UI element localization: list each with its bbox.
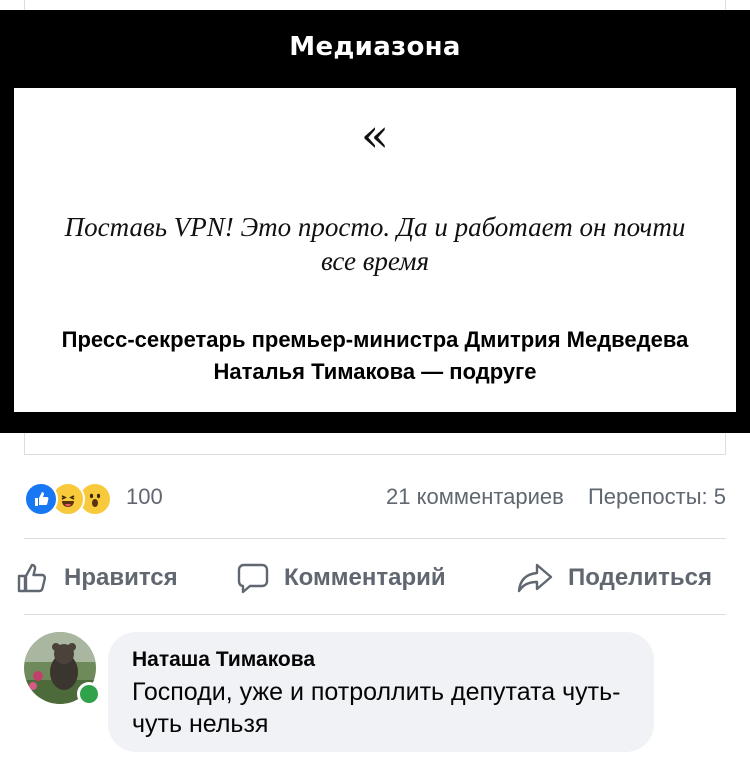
comment-button[interactable]: Комментарий — [236, 556, 446, 600]
comment-button-label: Комментарий — [284, 564, 446, 591]
like-button-label: Нравится — [64, 564, 178, 591]
comment-bubble: Наташа Тимакова Господи, уже и потроллит… — [108, 632, 654, 752]
post-image-frame — [24, 0, 726, 10]
post-stats: 21 комментариев Перепосты: 5 — [386, 484, 726, 510]
reaction-count[interactable]: 100 — [126, 484, 163, 510]
post-action-bar: Нравится Комментарий Поделиться — [16, 556, 736, 600]
quote-attribution: Пресс-секретарь премьер-министра Дмитрия… — [61, 327, 689, 384]
comment-text: Господи, уже и потроллить депутата чуть-… — [132, 678, 621, 738]
quote-text: Поставь VPN! Это просто. Да и работает о… — [64, 212, 686, 276]
commenter-avatar-wrap[interactable] — [24, 632, 101, 706]
like-icon — [24, 482, 58, 516]
divider — [24, 538, 726, 539]
share-button-label: Поделиться — [568, 564, 713, 591]
thumbs-up-icon — [17, 563, 47, 593]
share-button[interactable]: Поделиться — [516, 556, 712, 600]
like-button[interactable]: Нравится — [16, 556, 178, 600]
quote-panel: « Поставь VPN! Это просто. Да и работает… — [14, 88, 736, 412]
share-arrow-icon — [517, 563, 553, 593]
post-image-frame-bottom — [24, 433, 726, 455]
quote-mark: « — [360, 108, 390, 162]
comment-bubble-icon — [237, 563, 269, 594]
post-image-quote-card[interactable]: Медиазона « Поставь VPN! Это просто. Да … — [0, 10, 750, 433]
shares-count-link[interactable]: Перепосты: 5 — [588, 484, 726, 509]
comments-count-link[interactable]: 21 комментариев — [386, 484, 564, 509]
divider — [24, 614, 726, 615]
comment-author-name[interactable]: Наташа Тимакова — [132, 648, 630, 672]
online-status-indicator — [77, 682, 101, 706]
reactions-summary: 100 21 комментариев Перепосты: 5 — [24, 478, 726, 518]
brand-title: Медиазона — [289, 32, 461, 62]
